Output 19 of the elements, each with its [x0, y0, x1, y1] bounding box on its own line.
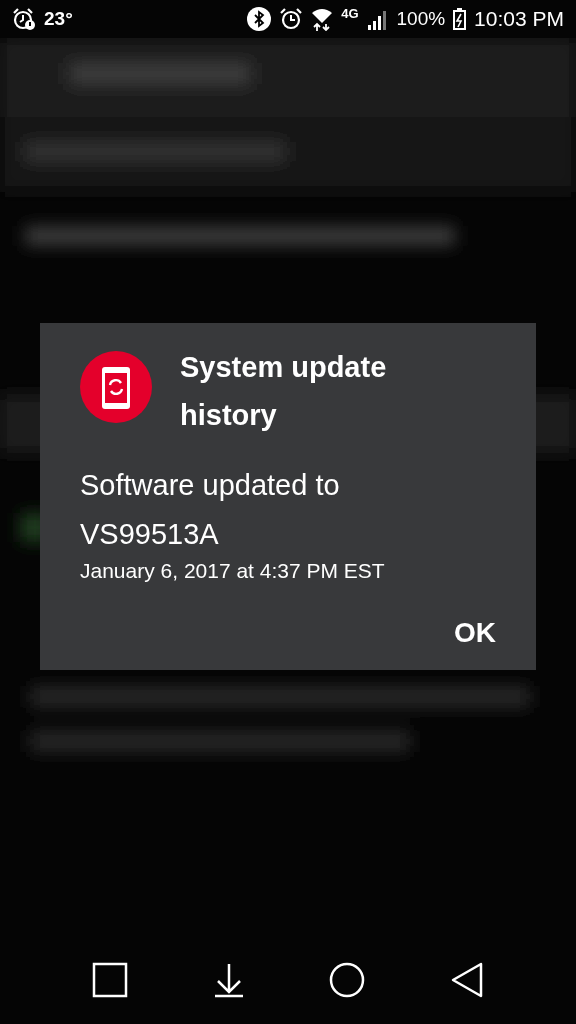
temperature: 23°: [44, 8, 73, 30]
ok-button[interactable]: OK: [440, 611, 510, 655]
recents-icon[interactable]: [92, 962, 129, 998]
update-timestamp: January 6, 2017 at 4:37 PM EST: [80, 559, 386, 583]
network-type: 4G: [341, 6, 359, 21]
back-icon[interactable]: [449, 962, 484, 998]
signal-icon: [366, 8, 389, 30]
battery-charging-icon: [453, 8, 467, 30]
clock: 10:03 PM: [474, 7, 564, 31]
home-icon[interactable]: [329, 962, 366, 998]
alarm-icon: [279, 7, 304, 31]
phone-update-icon: [80, 351, 152, 423]
dialog-title: System update history: [180, 350, 388, 433]
dialog-message: Software updated to VS99513A: [80, 468, 341, 552]
battery-percent: 100%: [396, 8, 446, 30]
bluetooth-icon: [247, 7, 272, 31]
download-arrow-icon[interactable]: [212, 962, 245, 998]
wifi-icon: [311, 7, 334, 31]
alarm-alert-icon: [12, 7, 36, 31]
